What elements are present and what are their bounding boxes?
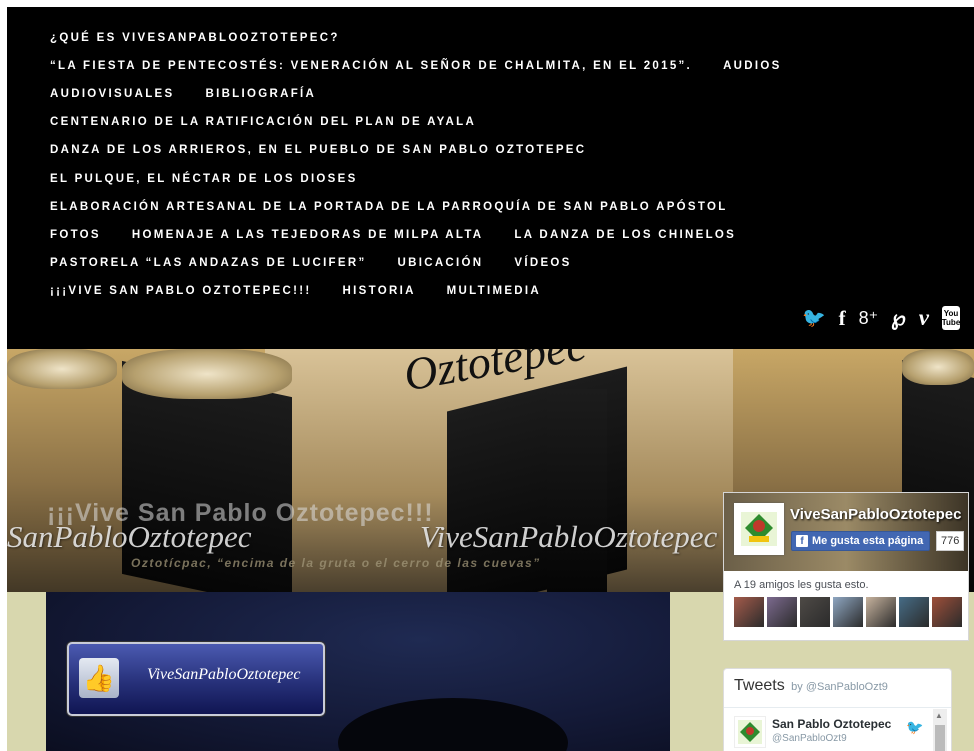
site-title[interactable]: ¡¡¡Vive San Pablo Oztotepec!!!	[47, 499, 434, 528]
twitter-avatar[interactable]	[734, 716, 766, 748]
pinterest-icon[interactable]: ℘	[891, 306, 906, 330]
nav-menu-item[interactable]: DANZA DE LOS ARRIEROS, EN EL PUEBLO DE S…	[50, 140, 586, 160]
friend-avatar[interactable]	[866, 597, 896, 627]
tree-silhouette	[338, 698, 568, 751]
nav-row: “LA FIESTA DE PENTECOSTÉS: VENERACIÓN AL…	[50, 56, 813, 76]
nav-row: ¡¡¡VIVE SAN PABLO OZTOTEPEC!!! HISTORIA MU…	[50, 281, 572, 301]
twitter-widget-header: Tweets by @SanPabloOzt9	[734, 677, 888, 695]
nav-row: ELABORACIÓN ARTESANAL DE LA PORTADA DE L…	[50, 197, 759, 217]
thumbs-up-icon: 👍	[79, 658, 119, 698]
nav-menu-item[interactable]: HOMENAJE A LAS TEJEDORAS DE MILPA ALTA	[132, 225, 483, 245]
nav-row: CENTENARIO DE LA RATIFICACIÓN DEL PLAN D…	[50, 112, 507, 132]
twitter-widget-by[interactable]: by @SanPabloOzt9	[791, 681, 888, 693]
nav-menu-item[interactable]: EL PULQUE, EL NÉCTAR DE LOS DIOSES	[50, 169, 358, 189]
nav-menu-item[interactable]: UBICACIÓN	[398, 253, 484, 273]
content-image: 👍 ViveSanPabloOztotepec	[46, 592, 670, 751]
friend-avatar[interactable]	[800, 597, 830, 627]
page-frame: ¿QUÉ ES VIVESANPABLOOZTOTEPEC? “LA FIESTA…	[7, 7, 974, 751]
nav-row: EL PULQUE, EL NÉCTAR DE LOS DIOSES	[50, 169, 389, 189]
friend-avatar[interactable]	[734, 597, 764, 627]
facebook-friends-avatars	[734, 597, 962, 627]
nav-menu-item[interactable]: ELABORACIÓN ARTESANAL DE LA PORTADA DE L…	[50, 197, 728, 217]
nav-row: ¿QUÉ ES VIVESANPABLOOZTOTEPEC?	[50, 28, 371, 48]
like-button-label: ViveSanPabloOztotepec	[147, 666, 301, 683]
nav-menu-item[interactable]: CENTENARIO DE LA RATIFICACIÓN DEL PLAN D…	[50, 112, 476, 132]
scroll-up-arrow-icon[interactable]: ▲	[935, 711, 943, 720]
vimeo-icon[interactable]: v	[919, 305, 929, 330]
nav-menu-item[interactable]: BIBLIOGRAFÍA	[205, 84, 316, 104]
banner-watermark: ViveSanPabloOztotepec	[420, 519, 718, 554]
twitter-timeline-widget: Tweets by @SanPabloOzt9 San Pablo Oztote…	[723, 668, 952, 751]
friend-avatar[interactable]	[767, 597, 797, 627]
page-logo-icon	[741, 512, 777, 546]
nav-row: FOTOS HOMENAJE A LAS TEJEDORAS DE MILPA A…	[50, 225, 767, 245]
facebook-like-button[interactable]: f Me gusta esta página	[791, 531, 931, 551]
social-icons: 🐦 f 8⁺ ℘ v You Tube	[802, 305, 960, 331]
nav-row: DANZA DE LOS ARRIEROS, EN EL PUEBLO DE S…	[50, 140, 617, 160]
nav-menu-item[interactable]: ¿QUÉ ES VIVESANPABLOOZTOTEPEC?	[50, 28, 340, 48]
tweet-author-handle[interactable]: @SanPabloOzt9	[772, 733, 847, 744]
nav-menu-item[interactable]: FOTOS	[50, 225, 101, 245]
twitter-icon[interactable]: 🐦	[802, 306, 826, 330]
nav-menu-item[interactable]: MULTIMEDIA	[447, 281, 541, 301]
nav-row: AUDIOVISUALES BIBLIOGRAFÍA	[50, 84, 347, 104]
like-page-button[interactable]: 👍 ViveSanPabloOztotepec	[67, 642, 325, 716]
nav-menu-item[interactable]: AUDIOS	[723, 56, 782, 76]
banner-display-item	[122, 349, 292, 399]
banner-display-box	[547, 389, 607, 592]
google-plus-icon[interactable]: 8⁺	[859, 306, 879, 330]
site-header: ¿QUÉ ES VIVESANPABLOOZTOTEPEC? “LA FIESTA…	[7, 7, 974, 349]
scrollbar[interactable]: ▲	[933, 709, 947, 751]
facebook-page-widget: ViveSanPabloOztotepec f Me gusta esta pá…	[723, 492, 969, 641]
facebook-icon[interactable]: f	[839, 306, 846, 330]
nav-menu-item[interactable]: “LA FIESTA DE PENTECOSTÉS: VENERACIÓN AL…	[50, 56, 692, 76]
nav-menu-item[interactable]: AUDIOVISUALES	[50, 84, 174, 104]
nav-menu-item[interactable]: HISTORIA	[343, 281, 416, 301]
youtube-icon[interactable]: You Tube	[942, 306, 960, 330]
facebook-friends-text: A 19 amigos les gusta esto.	[734, 579, 869, 591]
twitter-widget-title[interactable]: Tweets	[734, 677, 785, 694]
friend-avatar[interactable]	[833, 597, 863, 627]
facebook-f-icon: f	[796, 535, 808, 547]
site-tagline: Oztotícpac, “encima de la gruta o el cer…	[131, 556, 541, 570]
twitter-bird-icon: 🐦	[906, 719, 924, 735]
nav-row: PASTORELA “LAS ANDAZAS DE LUCIFER” UBICAC…	[50, 253, 603, 273]
twitter-avatar-icon	[738, 720, 762, 744]
nav-menu-item[interactable]: PASTORELA “LAS ANDAZAS DE LUCIFER”	[50, 253, 367, 273]
banner-display-item	[7, 349, 117, 389]
page-logo[interactable]	[734, 503, 784, 555]
banner-display-item	[902, 349, 974, 385]
nav-menu-item[interactable]: VÍDEOS	[514, 253, 571, 273]
tweet-author-name[interactable]: San Pablo Oztotepec	[772, 717, 891, 731]
facebook-like-label: Me gusta esta página	[812, 535, 924, 547]
facebook-like-count: 776	[936, 531, 965, 551]
scrollbar-thumb[interactable]	[935, 725, 945, 751]
facebook-page-name[interactable]: ViveSanPabloOztotepec	[790, 506, 961, 523]
nav-menu-item[interactable]: LA DANZA DE LOS CHINELOS	[514, 225, 736, 245]
friend-avatar[interactable]	[932, 597, 962, 627]
nav-menu-item[interactable]: ¡¡¡VIVE SAN PABLO OZTOTEPEC!!!	[50, 281, 312, 301]
divider	[724, 707, 951, 708]
friend-avatar[interactable]	[899, 597, 929, 627]
